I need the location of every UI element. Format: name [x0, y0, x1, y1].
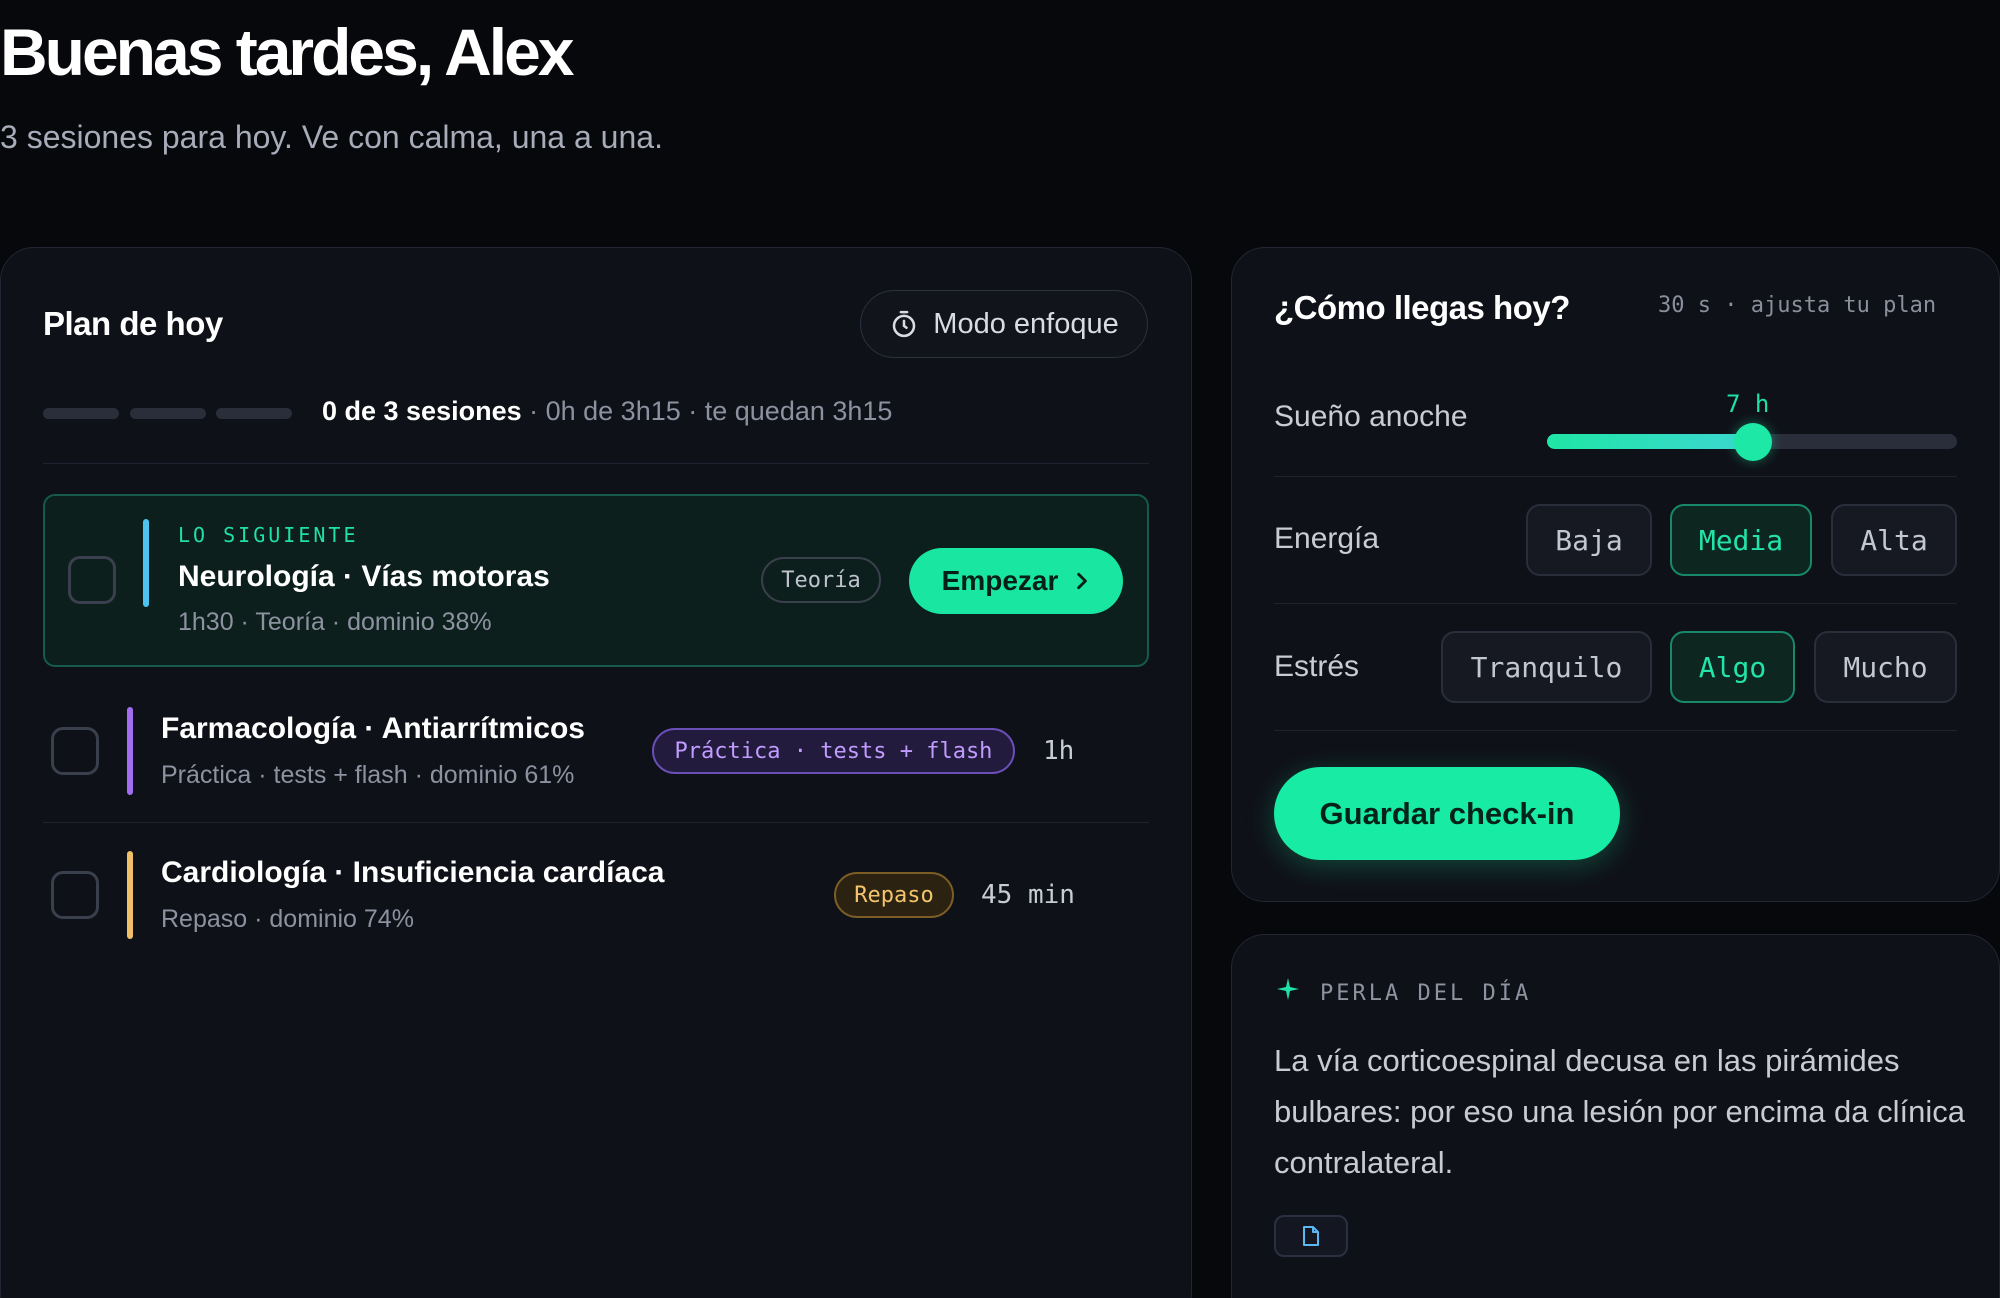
session-accent-bar [127, 851, 133, 939]
session-meta: 1h30 · Teoría · dominio 38% [178, 608, 492, 636]
session-accent-bar [143, 519, 149, 607]
stress-option-mucho[interactable]: Mucho [1814, 631, 1957, 703]
perla-text: La vía corticoespinal decusa en las pirá… [1274, 1043, 1966, 1180]
progress-count: 0 de 3 sesiones [322, 396, 522, 426]
progress-segment [216, 408, 292, 419]
session-accent-bar [127, 707, 133, 795]
sparkle-icon [1277, 978, 1299, 1000]
session-title: Neurología · Vías motoras [178, 560, 550, 593]
progress-segment [130, 408, 206, 419]
session-duration: 45 min [981, 880, 1075, 910]
sleep-slider-thumb[interactable] [1734, 423, 1772, 461]
session-checkbox[interactable] [51, 727, 99, 775]
session-meta: Repaso · dominio 74% [161, 905, 414, 933]
session-checkbox[interactable] [51, 871, 99, 919]
sleep-label: Sueño anoche [1274, 400, 1468, 433]
session-title: Cardiología · Insuficiencia cardíaca [161, 856, 665, 889]
divider [43, 463, 1149, 464]
next-eyebrow: LO SIGUIENTE [178, 523, 359, 547]
session-duration: 1h [1043, 736, 1075, 766]
start-button[interactable]: Empezar [909, 548, 1123, 614]
session-meta: Práctica · tests + flash · dominio 61% [161, 761, 575, 789]
focus-mode-button[interactable]: Modo enfoque [860, 290, 1148, 358]
greeting-subtitle: 3 sesiones para hoy. Ve con calma, una a… [0, 119, 663, 155]
save-checkin-button[interactable]: Guardar check-in [1274, 767, 1620, 860]
progress-detail: · 0h de 3h15 · te quedan 3h15 [521, 396, 893, 426]
stress-option-algo[interactable]: Algo [1670, 631, 1795, 703]
session-tag: Teoría [761, 557, 881, 603]
session-tag: Repaso [834, 872, 954, 918]
stress-label: Estrés [1274, 650, 1360, 683]
document-icon [1303, 1226, 1319, 1246]
energy-label: Energía [1274, 522, 1380, 555]
start-label: Empezar [941, 565, 1059, 596]
energy-option-alta[interactable]: Alta [1831, 504, 1957, 576]
divider [43, 822, 1149, 823]
session-title: Farmacología · Antiarrítmicos [161, 712, 585, 745]
session-tag: Práctica · tests + flash [652, 728, 1015, 774]
chevron-right-icon [1077, 572, 1088, 590]
progress-summary: 0 de 3 sesiones · 0h de 3h15 · te quedan… [322, 396, 892, 427]
divider [1274, 476, 1957, 477]
perla-eyebrow: PERLA DEL DÍA [1320, 981, 1532, 1006]
sleep-value: 7 h [1726, 390, 1770, 418]
checkin-title: ¿Cómo llegas hoy? [1274, 289, 1570, 326]
source-document-button[interactable] [1274, 1215, 1348, 1257]
energy-option-media[interactable]: Media [1670, 504, 1812, 576]
divider [1274, 603, 1957, 604]
progress-segment [43, 408, 119, 419]
plan-title: Plan de hoy [43, 305, 223, 342]
timer-icon [893, 310, 916, 338]
divider [1274, 730, 1957, 731]
greeting-title: Buenas tardes, Alex [0, 15, 574, 89]
stress-option-tranquilo[interactable]: Tranquilo [1441, 631, 1652, 703]
sleep-slider-fill [1547, 434, 1753, 449]
focus-mode-label: Modo enfoque [933, 307, 1119, 340]
energy-option-baja[interactable]: Baja [1526, 504, 1652, 576]
session-checkbox[interactable] [68, 556, 116, 604]
checkin-hint: 30 s · ajusta tu plan [1658, 293, 1937, 318]
dashboard-page: Buenas tardes, Alex 3 sesiones para hoy.… [0, 0, 2000, 1298]
